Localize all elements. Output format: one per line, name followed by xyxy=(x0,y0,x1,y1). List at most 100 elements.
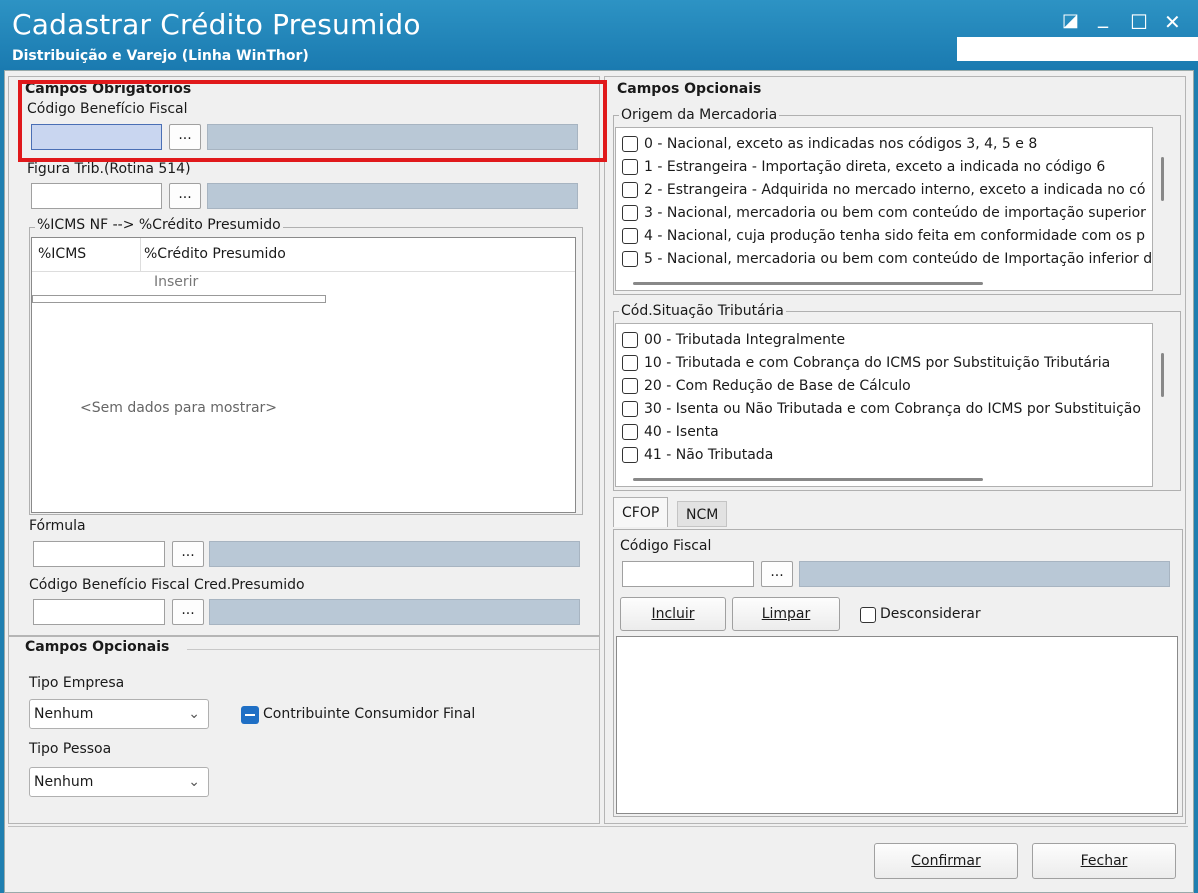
codigo-fiscal-label: Código Fiscal xyxy=(620,538,712,554)
cfop-tab-content: Código Fiscal ... Incluir Limpar Descons… xyxy=(613,529,1183,817)
checkbox[interactable] xyxy=(622,182,638,198)
optional-right-panel: Campos Opcionais Origem da Mercadoria 0 … xyxy=(604,76,1186,824)
grid-insert-row[interactable]: Inserir xyxy=(154,274,198,290)
figura-trib-input[interactable] xyxy=(31,183,162,209)
cst-checklist[interactable]: 00 - Tributada Integralmente 10 - Tribut… xyxy=(615,323,1153,487)
tipo-pessoa-select[interactable]: Nenhum ⌄ xyxy=(29,767,209,797)
cst-groupbox-title: Cód.Situação Tributária xyxy=(619,303,786,319)
restore-icon[interactable]: ◪ xyxy=(1062,10,1086,34)
figura-trib-lookup-button[interactable]: ... xyxy=(169,183,201,209)
incluir-label: Incluir xyxy=(651,606,695,622)
grid-new-row-line xyxy=(32,295,326,303)
cst-item[interactable]: 41 - Não Tributada xyxy=(622,444,773,466)
codigo-fiscal-lookup-button[interactable]: ... xyxy=(761,561,793,587)
cst-item[interactable]: 40 - Isenta xyxy=(622,421,719,443)
origem-item[interactable]: 1 - Estrangeira - Importação direta, exc… xyxy=(622,156,1105,178)
icms-grid[interactable]: %ICMS %Crédito Presumido Inserir <Sem da… xyxy=(31,237,576,513)
contribuinte-label[interactable]: Contribuinte Consumidor Final xyxy=(263,706,475,722)
origem-checklist[interactable]: 0 - Nacional, exceto as indicadas nos có… xyxy=(615,127,1153,291)
grid-header: %ICMS %Crédito Presumido xyxy=(32,238,575,272)
fechar-button[interactable]: Fechar xyxy=(1032,843,1176,879)
contribuinte-checkbox[interactable] xyxy=(241,706,259,724)
confirmar-label: Confirmar xyxy=(911,853,981,869)
cst-item-label: 00 - Tributada Integralmente xyxy=(644,332,846,348)
checkbox[interactable] xyxy=(622,228,638,244)
origem-item[interactable]: 2 - Estrangeira - Adquirida no mercado i… xyxy=(622,179,1145,201)
grid-column-icms[interactable]: %ICMS xyxy=(38,246,86,262)
formula-input[interactable] xyxy=(33,541,165,567)
cfop-list[interactable] xyxy=(616,636,1178,814)
incluir-button[interactable]: Incluir xyxy=(620,597,726,631)
checkbox[interactable] xyxy=(622,424,638,440)
tipo-pessoa-label: Tipo Pessoa xyxy=(29,741,112,757)
tipo-empresa-select[interactable]: Nenhum ⌄ xyxy=(29,699,209,729)
origem-horizontal-scrollbar[interactable] xyxy=(633,282,983,285)
confirmar-button[interactable]: Confirmar xyxy=(874,843,1018,879)
limpar-label: Limpar xyxy=(761,606,811,622)
grid-empty-text: <Sem dados para mostrar> xyxy=(80,400,278,416)
highlight-box xyxy=(18,80,607,162)
cst-item[interactable]: 30 - Isenta ou Não Tributada e com Cobra… xyxy=(622,398,1141,420)
checkbox[interactable] xyxy=(622,159,638,175)
origem-item-label: 0 - Nacional, exceto as indicadas nos có… xyxy=(644,136,1038,152)
cst-item-label: 30 - Isenta ou Não Tributada e com Cobra… xyxy=(644,401,1141,417)
tipo-pessoa-value: Nenhum xyxy=(34,774,94,790)
cst-item-label: 40 - Isenta xyxy=(644,424,719,440)
chevron-down-icon: ⌄ xyxy=(188,706,200,722)
origem-groupbox-title: Origem da Mercadoria xyxy=(619,107,780,123)
cst-item[interactable]: 10 - Tributada e com Cobrança do ICMS po… xyxy=(622,352,1110,374)
origem-item-label: 2 - Estrangeira - Adquirida no mercado i… xyxy=(644,182,1146,198)
checkbox[interactable] xyxy=(622,136,638,152)
cst-vertical-scrollbar[interactable] xyxy=(1161,353,1164,397)
origem-item[interactable]: 5 - Nacional, mercadoria ou bem com cont… xyxy=(622,248,1152,270)
optional-left-panel: Campos Opcionais Tipo Empresa Nenhum ⌄ C… xyxy=(8,636,600,824)
formula-label: Fórmula xyxy=(29,518,86,534)
cst-item[interactable]: 00 - Tributada Integralmente xyxy=(622,329,845,351)
close-icon[interactable]: ✕ xyxy=(1164,10,1188,34)
codigo-beneficio-cred-description xyxy=(209,599,580,625)
desconsiderar-label[interactable]: Desconsiderar xyxy=(880,606,981,622)
icms-groupbox-title: %ICMS NF --> %Crédito Presumido xyxy=(35,217,283,233)
fechar-label: Fechar xyxy=(1080,853,1128,869)
limpar-button[interactable]: Limpar xyxy=(732,597,840,631)
codigo-beneficio-cred-input[interactable] xyxy=(33,599,165,625)
formula-description xyxy=(209,541,580,567)
checkbox[interactable] xyxy=(622,447,638,463)
redacted-area xyxy=(957,37,1198,61)
tab-bar: CFOP NCM xyxy=(613,497,1183,529)
formula-lookup-button[interactable]: ... xyxy=(172,541,204,567)
grid-column-credito[interactable]: %Crédito Presumido xyxy=(144,246,286,262)
figura-trib-label: Figura Trib.(Rotina 514) xyxy=(27,161,191,177)
minimize-icon[interactable]: _ xyxy=(1098,4,1122,28)
origem-item-label: 5 - Nacional, mercadoria ou bem com cont… xyxy=(644,251,1153,267)
origem-vertical-scrollbar[interactable] xyxy=(1161,157,1164,201)
cst-item-label: 10 - Tributada e com Cobrança do ICMS po… xyxy=(644,355,1111,371)
tab-ncm[interactable]: NCM xyxy=(677,501,728,527)
checkbox[interactable] xyxy=(622,251,638,267)
checkbox[interactable] xyxy=(622,401,638,417)
origem-item[interactable]: 4 - Nacional, cuja produção tenha sido f… xyxy=(622,225,1145,247)
origem-item[interactable]: 3 - Nacional, mercadoria ou bem com cont… xyxy=(622,202,1146,224)
origem-item-label: 1 - Estrangeira - Importação direta, exc… xyxy=(644,159,1106,175)
codigo-fiscal-description xyxy=(799,561,1170,587)
title-bar: Cadastrar Crédito Presumido Distribuição… xyxy=(0,0,1198,70)
codigo-fiscal-input[interactable] xyxy=(622,561,754,587)
checkbox[interactable] xyxy=(622,378,638,394)
checkbox[interactable] xyxy=(622,205,638,221)
cst-horizontal-scrollbar[interactable] xyxy=(633,478,983,481)
figura-trib-description xyxy=(207,183,578,209)
cst-item-label: 41 - Não Tributada xyxy=(644,447,774,463)
maximize-icon[interactable]: ☐ xyxy=(1130,10,1154,34)
codigo-beneficio-cred-label: Código Benefício Fiscal Cred.Presumido xyxy=(29,577,305,593)
tipo-empresa-label: Tipo Empresa xyxy=(29,675,125,691)
desconsiderar-checkbox[interactable] xyxy=(860,607,876,623)
checkbox[interactable] xyxy=(622,332,638,348)
tab-cfop[interactable]: CFOP xyxy=(613,497,669,527)
codigo-beneficio-cred-lookup-button[interactable]: ... xyxy=(172,599,204,625)
section-divider xyxy=(187,649,599,650)
checkbox[interactable] xyxy=(622,355,638,371)
window-title: Cadastrar Crédito Presumido xyxy=(12,8,421,41)
origem-item[interactable]: 0 - Nacional, exceto as indicadas nos có… xyxy=(622,133,1037,155)
cst-item[interactable]: 20 - Com Redução de Base de Cálculo xyxy=(622,375,911,397)
grid-column-divider xyxy=(140,238,141,272)
